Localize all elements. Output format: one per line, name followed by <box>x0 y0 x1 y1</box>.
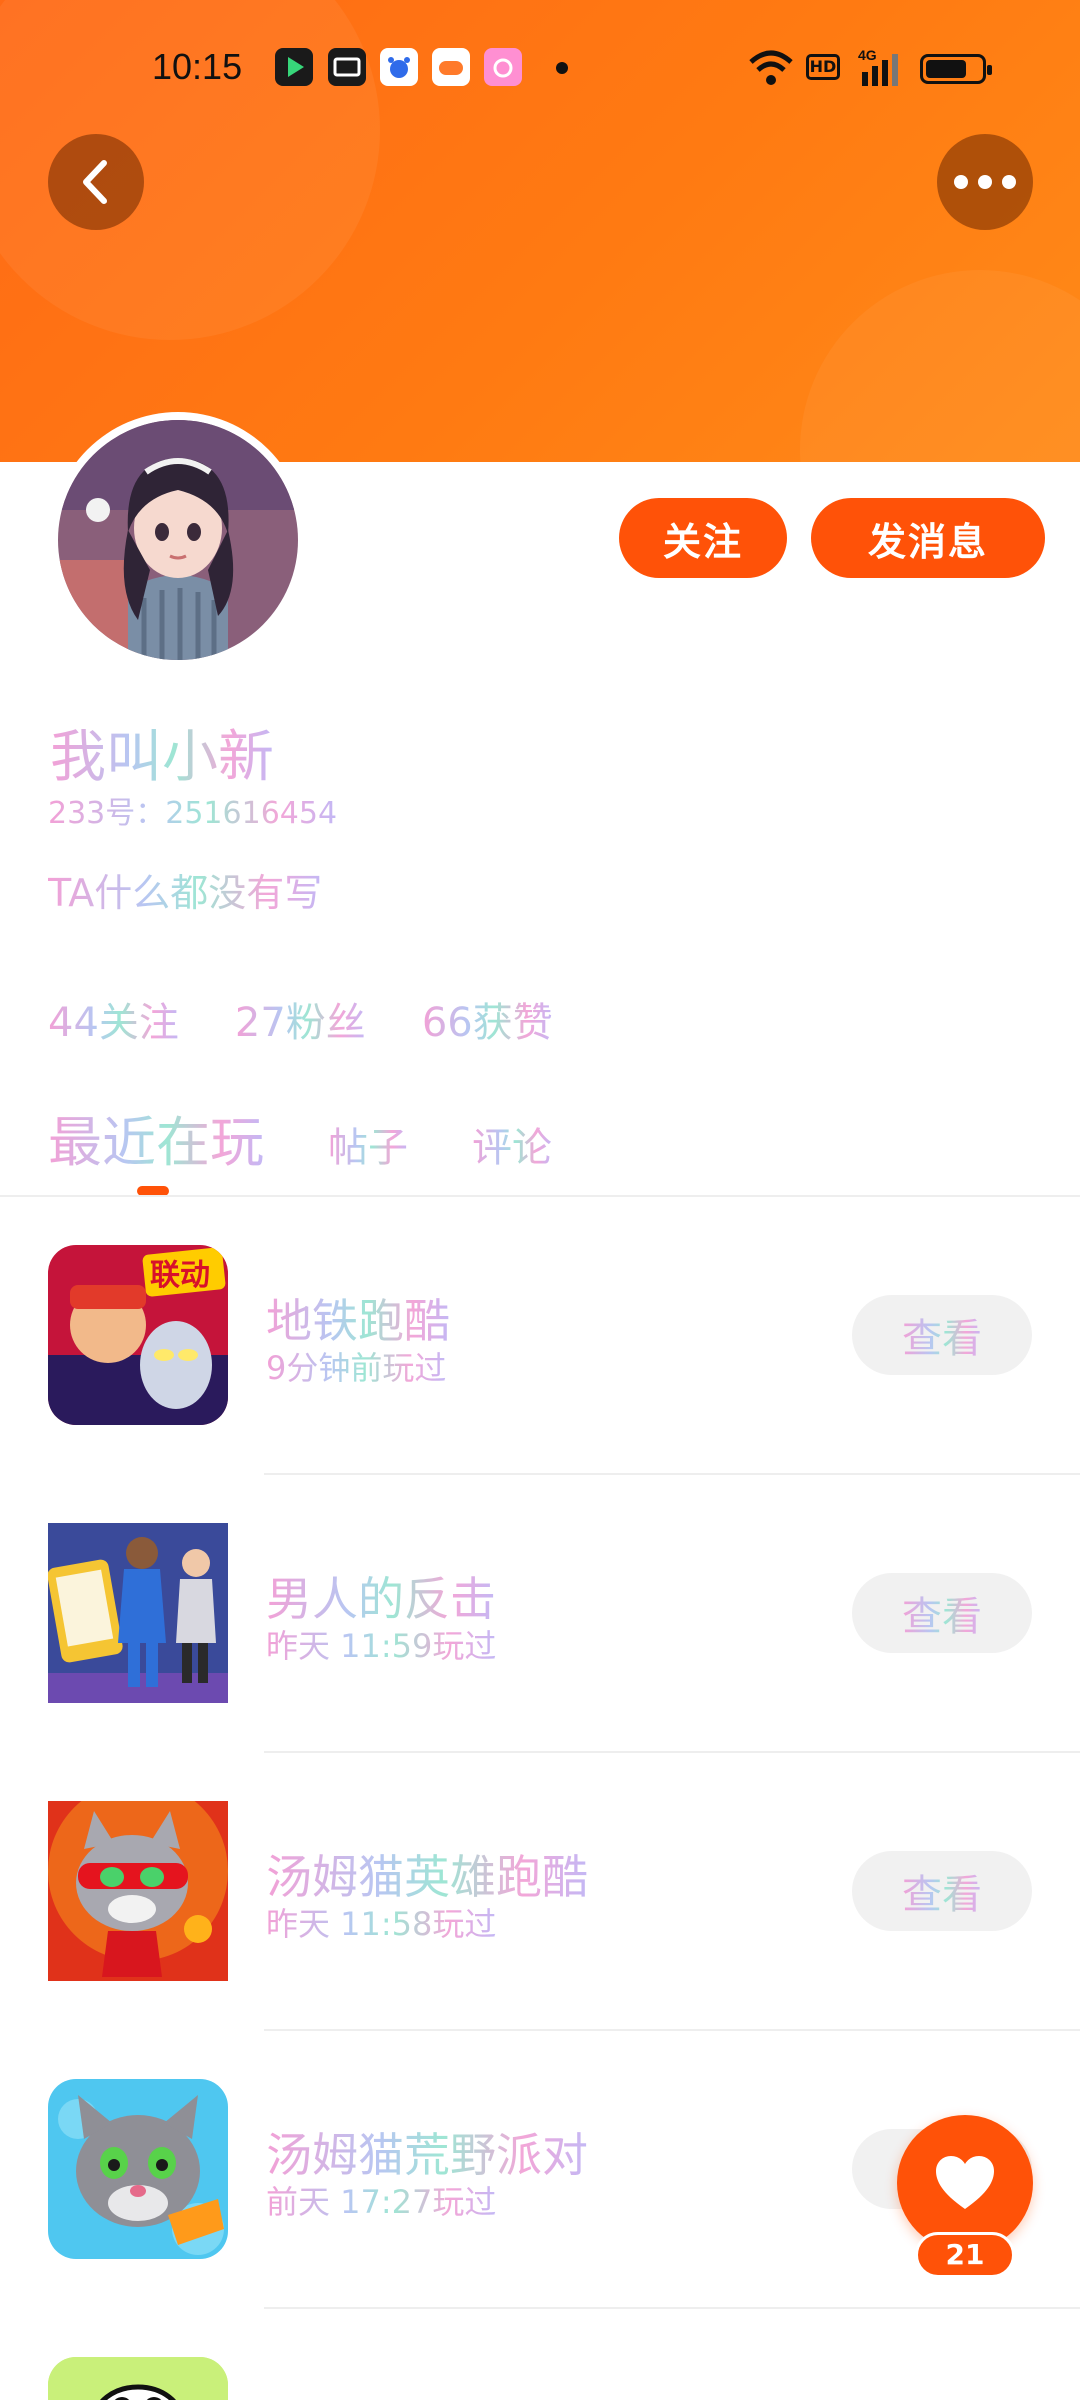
username: 我叫小新 <box>50 712 274 793</box>
video-app-icon <box>275 48 313 86</box>
user-id: 233号：251616454 <box>48 788 337 832</box>
view-button-label: 查看 <box>902 1862 982 1920</box>
game-center-icon <box>432 48 470 86</box>
view-game-button[interactable]: 查看 <box>852 1295 1032 1375</box>
list-item[interactable]: 汤姆猫英雄跑酷 昨天 11:58玩过 查看 <box>0 1753 1080 2031</box>
game-icon-man-fight-back <box>48 1523 228 1703</box>
list-item[interactable]: 联动 地铁跑酷 9分钟前玩过 查看 <box>0 1197 1080 1475</box>
tab-recently-played[interactable]: 最近在玩 <box>48 1098 264 1177</box>
view-button-label: 查看 <box>902 1306 982 1364</box>
iqiyi-app-icon <box>328 48 366 86</box>
list-item[interactable]: 男人的反击 昨天 11:59玩过 查看 <box>0 1475 1080 1753</box>
chevron-left-icon <box>83 160 107 204</box>
game-title: 汤姆猫荒野派对 <box>266 2119 588 2185</box>
heart-icon <box>936 2156 994 2209</box>
game-title: 汤姆猫英雄跑酷 <box>266 1841 588 1907</box>
profile-header-banner: 10:15 HD 4G <box>0 0 1080 462</box>
view-button-label: 查看 <box>902 1584 982 1642</box>
like-count-badge: 21 <box>915 2232 1015 2278</box>
tab-comments[interactable]: 评论 <box>472 1115 552 1173</box>
game-title: 地铁跑酷 <box>266 1285 450 1351</box>
more-dots-icon <box>954 175 1016 189</box>
like-fab-button[interactable] <box>897 2115 1033 2251</box>
wifi-icon <box>749 50 793 85</box>
follow-button[interactable]: 关注 <box>619 498 787 578</box>
game-icon-tom-wild-party <box>48 2079 228 2259</box>
svg-text:联动: 联动 <box>150 1258 210 1293</box>
row-divider <box>264 2307 1080 2309</box>
last-played-time: 昨天 11:58玩过 <box>266 1899 496 1945</box>
view-game-button[interactable]: 查看 <box>852 1573 1032 1653</box>
banner-decoration <box>800 270 1080 462</box>
likes-count: 66获赞 <box>422 990 553 1048</box>
content-tabs: 最近在玩 帖子 评论 <box>48 1098 616 1177</box>
notification-dot-icon <box>556 62 568 74</box>
status-bar: 10:15 HD 4G <box>0 40 1080 100</box>
game-icon-subway-surfers: 联动 <box>48 1245 228 1425</box>
baidu-app-icon <box>380 48 418 86</box>
tab-posts[interactable]: 帖子 <box>328 1115 408 1173</box>
last-played-time: 9分钟前玩过 <box>266 1343 446 1389</box>
signal-icon: 4G <box>858 47 898 86</box>
camera-app-icon <box>484 48 522 86</box>
game-icon-tom-hero-dash <box>48 1801 228 1981</box>
svg-text:4G: 4G <box>858 47 877 63</box>
view-game-button[interactable]: 查看 <box>852 1851 1032 1931</box>
following-count[interactable]: 44关注 <box>48 990 179 1048</box>
avatar-image <box>58 420 298 660</box>
back-button[interactable] <box>48 134 144 230</box>
status-time: 10:15 <box>152 46 243 87</box>
last-played-time: 昨天 11:59玩过 <box>266 1621 496 1667</box>
avatar[interactable] <box>50 412 306 668</box>
send-message-button[interactable]: 发消息 <box>811 498 1045 578</box>
more-options-button[interactable] <box>937 134 1033 230</box>
user-bio: TA什么都没有写 <box>48 862 322 917</box>
last-played-time: 前天 17:27玩过 <box>266 2177 496 2223</box>
profile-stats: 44关注 27粉丝 66获赞 <box>48 990 553 1048</box>
battery-icon <box>920 54 992 84</box>
fans-count[interactable]: 27粉丝 <box>235 990 366 1048</box>
hd-badge: HD <box>806 54 840 80</box>
game-icon-partial[interactable] <box>48 2357 228 2400</box>
game-title: 男人的反击 <box>266 1563 496 1629</box>
